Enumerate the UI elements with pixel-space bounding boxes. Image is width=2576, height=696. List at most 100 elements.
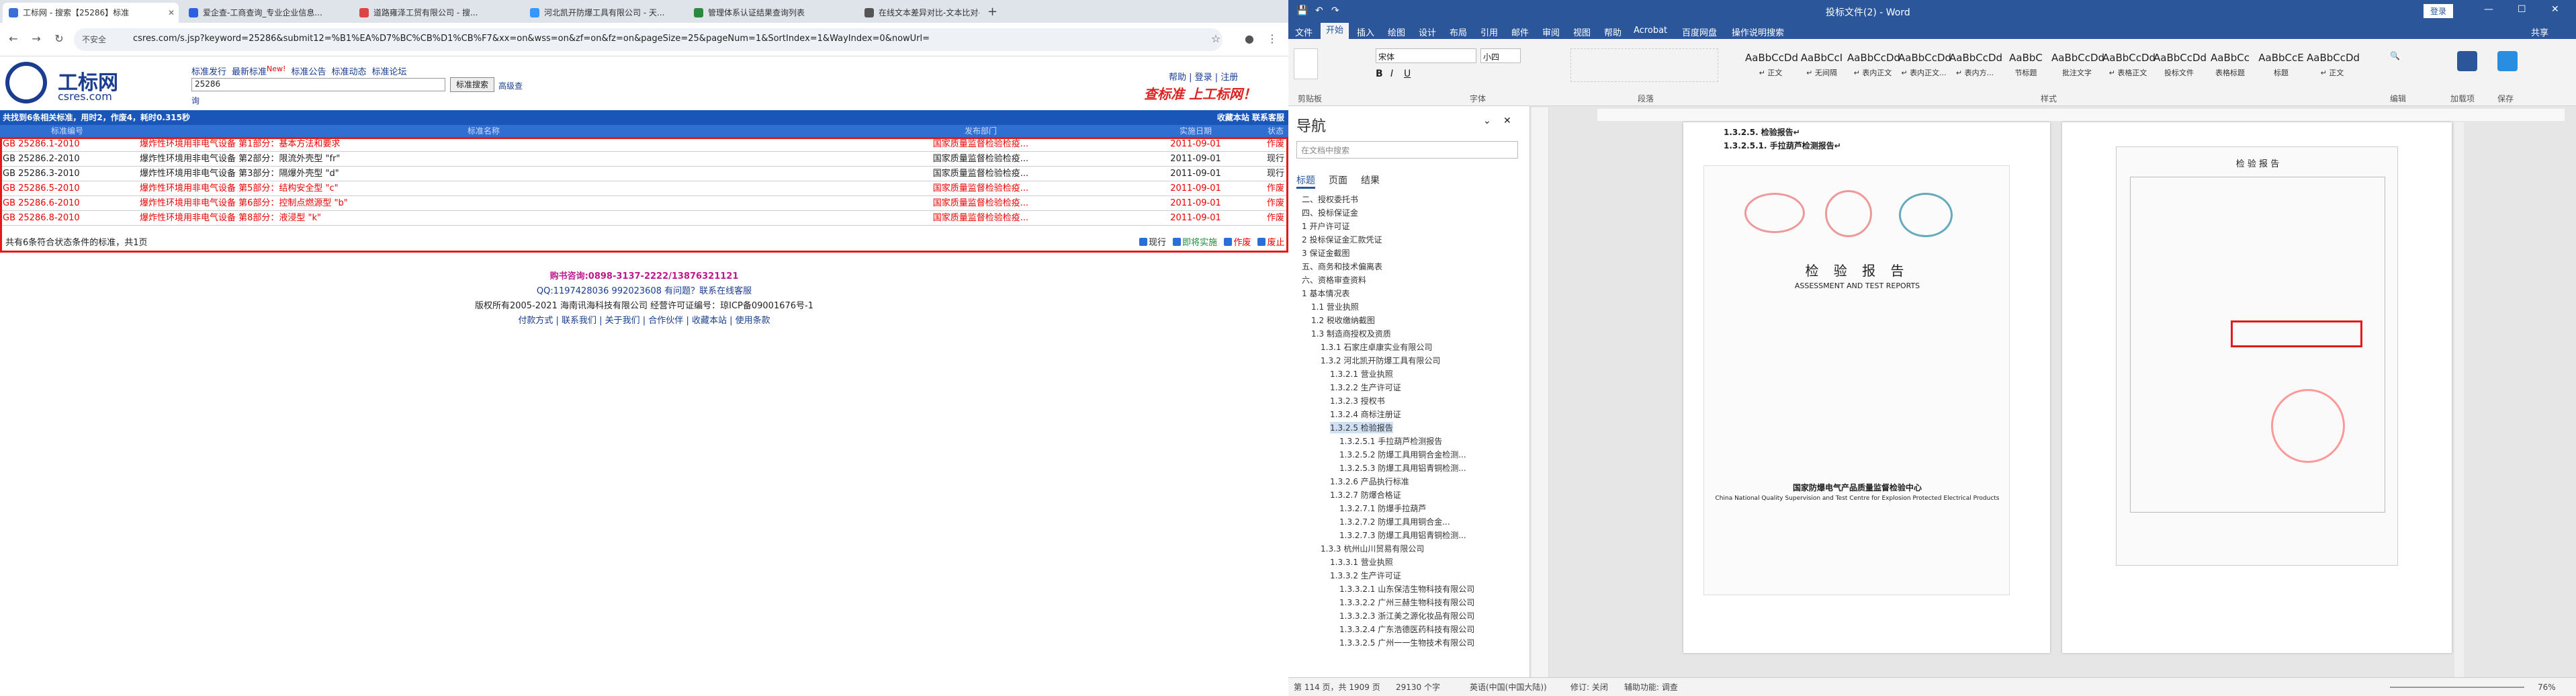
style-item[interactable]: AaBbCcI ↵ 无间隔	[1796, 48, 1847, 83]
nav-heading-item[interactable]: 1.3.3.2 生产许可证	[1330, 570, 1401, 581]
nav-heading-item[interactable]: 1.3.3 杭州山川贸易有限公司	[1321, 543, 1424, 554]
nav-heading-item[interactable]: 1.3.3.2.5 广州一一生物技术有限公司	[1339, 637, 1474, 648]
save-icon[interactable]: 💾	[1296, 5, 1308, 16]
addin-icon[interactable]	[2457, 51, 2477, 71]
nav-heading-item[interactable]: 1.3.2.4 商标注册证	[1330, 408, 1401, 420]
baidu-save-icon[interactable]	[2497, 51, 2518, 71]
style-item[interactable]: AaBbCcDd 投标文件	[2153, 48, 2207, 83]
nav-heading-item[interactable]: 1.3.2.7 防爆合格证	[1330, 489, 1401, 501]
tab-draw[interactable]: 绘图	[1388, 26, 1405, 38]
nav-options-icon[interactable]: ⌄	[1483, 116, 1491, 126]
nav-heading-item[interactable]: 1.3.2.7.3 防爆工具用铝青铜检测...	[1339, 529, 1466, 541]
style-item[interactable]: AaBbC 节标题	[2000, 48, 2051, 83]
style-item[interactable]: AaBbCcDd ↵ 表格正文	[2102, 48, 2156, 83]
nav-heading-item[interactable]: 1.3.2.5.1 手拉葫芦检测报告	[1339, 435, 1442, 447]
tab-layout[interactable]: 布局	[1450, 26, 1467, 38]
nav-heading-item[interactable]: 六、资格审查资料	[1302, 274, 1366, 286]
undo-icon[interactable]: ↶	[1315, 5, 1323, 16]
paste-icon[interactable]	[1294, 48, 1318, 79]
nav-search-input[interactable]: 在文档中搜索	[1296, 141, 1518, 159]
nav-heading-item[interactable]: 1.3.2.3 授权书	[1330, 395, 1385, 406]
nav-heading-item[interactable]: 1.3.3.2.2 广州三赫生物科技有限公司	[1339, 597, 1474, 608]
account-links[interactable]: 帮助 | 登录 | 注册	[1169, 70, 1238, 83]
nav-heading-item[interactable]: 1.3.2.6 产品执行标准	[1330, 476, 1409, 487]
nav-heading-item[interactable]: 1.2 税收缴纳截图	[1311, 314, 1375, 326]
nav-heading-item[interactable]: 1.3.2.1 营业执照	[1330, 368, 1393, 380]
style-item[interactable]: AaBbCcDd ↵ 正文	[1745, 48, 1798, 83]
style-item[interactable]: AaBbCcDd ↵ 表内方...	[1949, 48, 2002, 83]
nav-heading-item[interactable]: 1.1 营业执照	[1311, 301, 1359, 312]
nav-heading-item[interactable]: 2 投标保证金汇款凭证	[1302, 234, 1382, 245]
checkbox-icon[interactable]	[1224, 238, 1233, 246]
tab-view[interactable]: 视图	[1573, 26, 1591, 38]
style-item[interactable]: AaBbCcDd 批注文字	[2051, 48, 2104, 83]
italic-icon[interactable]: I	[1390, 69, 1393, 79]
share-button[interactable]: 共享	[2531, 26, 2548, 38]
nav-tab-headings[interactable]: 标题	[1296, 173, 1315, 189]
tab-baidu-netdisk[interactable]: 百度网盘	[1682, 26, 1717, 38]
nav-tab-results[interactable]: 结果	[1361, 173, 1380, 187]
status-accessibility[interactable]: 辅助功能: 调查	[1624, 678, 1678, 696]
zoom-slider[interactable]	[2390, 687, 2524, 688]
tab-file[interactable]: 文件	[1295, 26, 1313, 38]
status-track-changes[interactable]: 修订: 关闭	[1570, 678, 1608, 696]
nav-news[interactable]: 标准动态	[331, 67, 366, 77]
reload-icon[interactable]: ↻	[52, 32, 66, 46]
browser-tab[interactable]: 爱企查-工商查询_专业企业信息...	[183, 3, 351, 23]
vertical-scrollbar[interactable]	[2454, 122, 2464, 677]
nav-heading-item[interactable]: 1.3.3.2.1 山东保洁生物科技有限公司	[1339, 583, 1474, 595]
nav-heading-item[interactable]: 四、投标保证金	[1302, 207, 1358, 218]
bookmark-star-icon[interactable]: ☆	[1209, 32, 1223, 46]
nav-announcements[interactable]: 标准公告	[291, 67, 326, 77]
url-input[interactable]: 不安全 csres.com/s.jsp?keyword=25286&submit…	[74, 28, 1223, 51]
nav-heading-item[interactable]: 1.3.2.5 检验报告	[1330, 422, 1393, 433]
menu-icon[interactable]: ⋮	[1265, 32, 1279, 46]
bookmark-contact-links[interactable]: 收藏本站 联系客服	[1217, 110, 1284, 125]
maximize-icon[interactable]: ☐	[2518, 4, 2526, 15]
nav-tab-pages[interactable]: 页面	[1329, 173, 1347, 187]
security-indicator[interactable]: 不安全	[82, 34, 106, 45]
browser-tab-active[interactable]: 工标网 - 搜索【25286】标准 ✕	[3, 3, 179, 23]
nav-heading-item[interactable]: 1 基本情况表	[1302, 288, 1349, 299]
close-tab-icon[interactable]: ✕	[168, 3, 175, 23]
nav-forum[interactable]: 标准论坛	[371, 67, 406, 77]
nav-heading-item[interactable]: 3 保证金截图	[1302, 247, 1349, 259]
tab-home[interactable]: 开始	[1321, 23, 1349, 39]
minimize-icon[interactable]: —	[2484, 4, 2493, 15]
tab-references[interactable]: 引用	[1480, 26, 1498, 38]
zoom-level[interactable]: 76%	[2538, 678, 2556, 696]
nav-heading-item[interactable]: 1.3.2.5.2 防爆工具用铜合金检测...	[1339, 449, 1466, 460]
tab-review[interactable]: 审阅	[1542, 26, 1560, 38]
close-window-icon[interactable]: ✕	[2551, 4, 2559, 15]
nav-heading-item[interactable]: 1.3.2.5.3 防爆工具用铝青铜检测...	[1339, 462, 1466, 474]
tab-design[interactable]: 设计	[1419, 26, 1436, 38]
document-page-right[interactable]: 检 验 报 告	[2062, 122, 2452, 653]
tab-help[interactable]: 帮助	[1604, 26, 1622, 38]
nav-latest-standards[interactable]: 最新标准	[232, 67, 267, 77]
browser-tab[interactable]: 在线文本差异对比-文本比对-文...	[858, 3, 979, 23]
font-name-select[interactable]: 宋体	[1376, 48, 1476, 63]
tab-insert[interactable]: 插入	[1357, 26, 1374, 38]
nav-close-icon[interactable]: ✕	[1503, 116, 1511, 126]
doc-heading[interactable]: 1.3.2.5. 检验报告↵	[1724, 126, 1800, 138]
footer-qq[interactable]: QQ:1197428036 992023608 有问题？联系在线客服	[0, 284, 1288, 296]
underline-icon[interactable]: U	[1404, 69, 1411, 79]
checkbox-icon[interactable]	[1139, 238, 1147, 246]
bold-icon[interactable]: B	[1376, 69, 1383, 79]
footer-links[interactable]: 付款方式 | 联系我们 | 关于我们 | 合作伙伴 | 收藏本站 | 使用条款	[0, 313, 1288, 326]
nav-heading-item[interactable]: 1.3.3.1 营业执照	[1330, 556, 1393, 568]
nav-heading-item[interactable]: 1.3.2.7.1 防爆手拉葫芦	[1339, 503, 1426, 514]
checkbox-icon[interactable]	[1173, 238, 1182, 246]
standard-search-input[interactable]: 25286	[191, 78, 445, 91]
forward-icon[interactable]: →	[30, 32, 43, 46]
nav-heading-item[interactable]: 1.3.2.2 生产许可证	[1330, 382, 1401, 393]
advanced-search-link[interactable]: 高级查	[498, 80, 523, 91]
style-item[interactable]: AaBbCc 表格标题	[2205, 48, 2256, 83]
font-size-select[interactable]: 小四	[1480, 48, 1521, 63]
nav-heading-item[interactable]: 1 开户许可证	[1302, 220, 1349, 232]
status-language[interactable]: 英语(中国(中国大陆))	[1470, 678, 1547, 696]
style-item[interactable]: AaBbCcE 标题	[2256, 48, 2307, 83]
tell-me-search[interactable]: 操作说明搜索	[1732, 26, 1784, 38]
profile-icon[interactable]: ●	[1243, 32, 1256, 46]
nav-heading-item[interactable]: 1.3.3.2.4 广东浩德医药科技有限公司	[1339, 623, 1474, 635]
